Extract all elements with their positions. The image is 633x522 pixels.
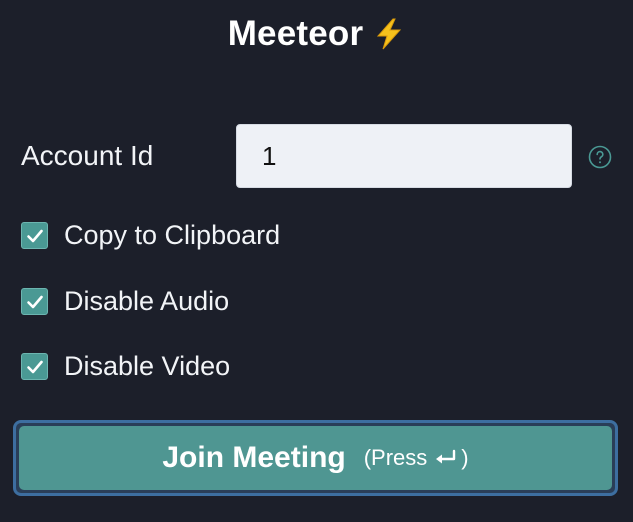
meeteor-window: Meeteor Account Id Copy to Clipboard [0,0,633,522]
copy-to-clipboard-option[interactable]: Copy to Clipboard [21,220,280,251]
disable-video-checkbox[interactable] [21,353,48,380]
question-circle-icon[interactable] [588,145,612,169]
keyboard-hint: (Press ) [364,445,469,471]
join-meeting-button[interactable]: Join Meeting (Press ) [19,426,612,490]
disable-video-label: Disable Video [64,351,231,381]
hint-prefix: (Press [363,445,428,470]
join-button-focus-ring: Join Meeting (Press ) [13,420,618,496]
account-id-label: Account Id [21,140,154,171]
disable-audio-checkbox[interactable] [21,288,48,315]
disable-audio-label: Disable Audio [64,286,230,316]
copy-to-clipboard-label: Copy to Clipboard [64,220,281,250]
account-id-input[interactable] [236,124,572,188]
disable-video-option[interactable]: Disable Video [21,351,230,382]
join-meeting-label: Join Meeting [162,441,346,474]
app-title: Meeteor [227,14,364,53]
disable-audio-option[interactable]: Disable Audio [21,286,229,317]
enter-key-icon [433,448,459,468]
copy-to-clipboard-checkbox[interactable] [21,222,48,249]
header: Meeteor [0,14,633,54]
checkmark-icon [26,229,43,242]
hint-suffix: ) [461,445,469,470]
high-voltage-icon [373,18,405,50]
checkmark-icon [26,360,43,373]
checkmark-icon [26,295,43,308]
